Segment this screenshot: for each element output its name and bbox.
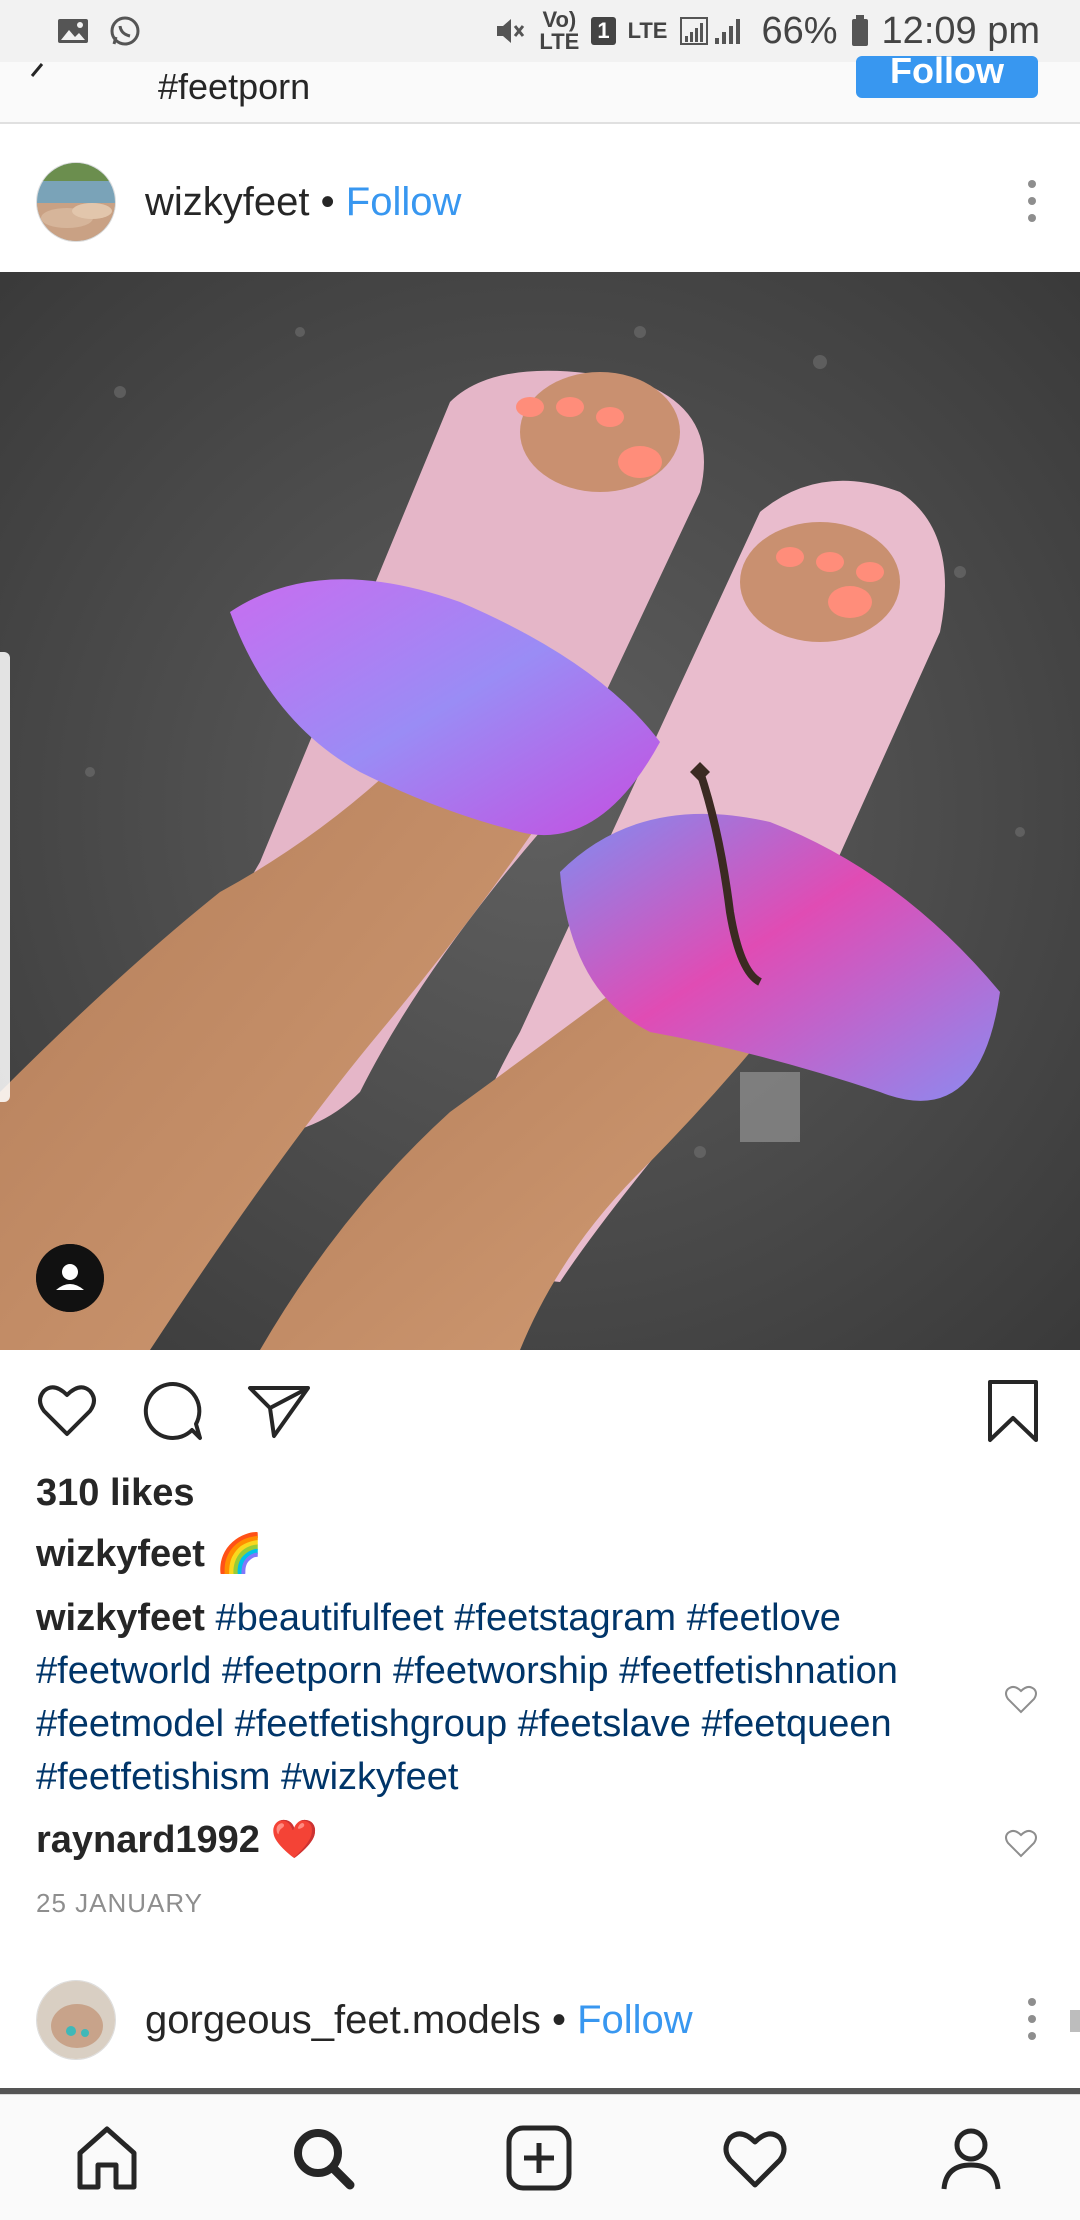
follow-user-link[interactable]: Follow <box>346 180 462 224</box>
back-arrow-icon[interactable] <box>28 62 68 102</box>
battery-icon <box>851 15 868 46</box>
comment-bubble-icon[interactable] <box>140 1378 206 1444</box>
clock: 12:09 pm <box>881 9 1040 52</box>
gallery-notification-icon <box>58 19 88 43</box>
follow-hashtag-button[interactable]: Follow <box>856 56 1038 98</box>
page-title: #feetporn <box>158 66 311 107</box>
reply-emoji: ❤️ <box>270 1819 318 1861</box>
hashtag-link[interactable]: #feetfetishgroup <box>235 1703 508 1745</box>
next-post-more-icon[interactable] <box>1024 1996 1040 2042</box>
post-header: wizkyfeet • Follow <box>0 126 1080 272</box>
scrollbar[interactable] <box>1070 2010 1080 2032</box>
activity-heart-icon[interactable] <box>720 2123 790 2193</box>
hashtag-link[interactable]: #beautifulfeet <box>216 1597 444 1639</box>
hashtag-link[interactable]: #feetmodel <box>36 1703 224 1745</box>
avatar[interactable] <box>36 162 116 242</box>
lte-indicator: LTE <box>627 18 668 43</box>
post-author-line: wizkyfeet • Follow <box>145 180 461 225</box>
comment-like-heart-icon[interactable] <box>1004 1684 1038 1714</box>
hashtag-link[interactable]: #feetporn <box>222 1650 383 1692</box>
comment-username[interactable]: wizkyfeet <box>36 1597 205 1639</box>
separator-dot: • <box>320 180 335 224</box>
hashtag-link[interactable]: #feetslave <box>518 1703 691 1745</box>
whatsapp-notification-icon <box>110 16 140 46</box>
status-bar: Vo) LTE 1 LTE 66% 12:09 pm <box>0 0 1080 62</box>
save-bookmark-icon[interactable] <box>980 1378 1046 1444</box>
add-post-icon[interactable] <box>504 2123 574 2193</box>
post-image <box>0 272 1080 1350</box>
next-post-username[interactable]: gorgeous_feet.models <box>145 1998 541 2042</box>
hashtag-link[interactable]: #feetlove <box>687 1597 841 1639</box>
home-icon[interactable] <box>72 2123 142 2193</box>
share-send-icon[interactable] <box>246 1378 312 1444</box>
caption-username[interactable]: wizkyfeet <box>36 1533 205 1575</box>
hashtag-link[interactable]: #feetworship <box>393 1650 608 1692</box>
likes-count[interactable]: 310 likes <box>36 1472 194 1515</box>
next-post-header: gorgeous_feet.models • Follow <box>0 1970 1080 2090</box>
comment-hashtags: wizkyfeet #beautifulfeet #feetstagram #f… <box>36 1592 976 1804</box>
caption-emoji: 🌈 <box>215 1533 263 1575</box>
reply-username[interactable]: raynard1992 <box>36 1819 260 1861</box>
hashtag-link[interactable]: #feetworld <box>36 1650 211 1692</box>
bottom-navigation <box>0 2094 1080 2220</box>
post-username[interactable]: wizkyfeet <box>145 180 310 224</box>
volte-indicator: Vo) LTE <box>539 7 580 54</box>
reply-comment: raynard1992 ❤️ <box>36 1814 976 1867</box>
reply-like-heart-icon[interactable] <box>1004 1828 1038 1858</box>
like-heart-icon[interactable] <box>34 1378 100 1444</box>
separator-dot: • <box>551 1998 566 2042</box>
hashtag-link[interactable]: #feetfetishism <box>36 1756 270 1798</box>
post-actions <box>0 1370 1080 1450</box>
profile-icon[interactable] <box>936 2123 1006 2193</box>
next-post-follow-link[interactable]: Follow <box>577 1998 693 2042</box>
hashtag-link[interactable]: #feetfetishnation <box>619 1650 898 1692</box>
sim-indicator: 1 <box>591 17 616 45</box>
hashtag-link[interactable]: #wizkyfeet <box>281 1756 458 1798</box>
next-post-author-line: gorgeous_feet.models • Follow <box>145 1998 693 2043</box>
caption: wizkyfeet 🌈 <box>36 1528 976 1581</box>
more-options-icon[interactable] <box>1024 178 1040 224</box>
hashtag-link[interactable]: #feetqueen <box>701 1703 891 1745</box>
post-date: 25 JANUARY <box>36 1888 204 1918</box>
edge-panel-handle[interactable] <box>0 652 10 1102</box>
top-bar: #feetporn Follow <box>0 56 1080 124</box>
battery-percent: 66% <box>761 9 838 52</box>
tagged-people-icon[interactable] <box>36 1244 104 1312</box>
post-photo[interactable] <box>0 272 1080 1350</box>
search-icon[interactable] <box>288 2123 358 2193</box>
hashtag-link[interactable]: #feetstagram <box>454 1597 676 1639</box>
signal-icon <box>680 17 741 45</box>
mute-icon <box>497 19 525 43</box>
next-post-avatar[interactable] <box>36 1980 116 2060</box>
